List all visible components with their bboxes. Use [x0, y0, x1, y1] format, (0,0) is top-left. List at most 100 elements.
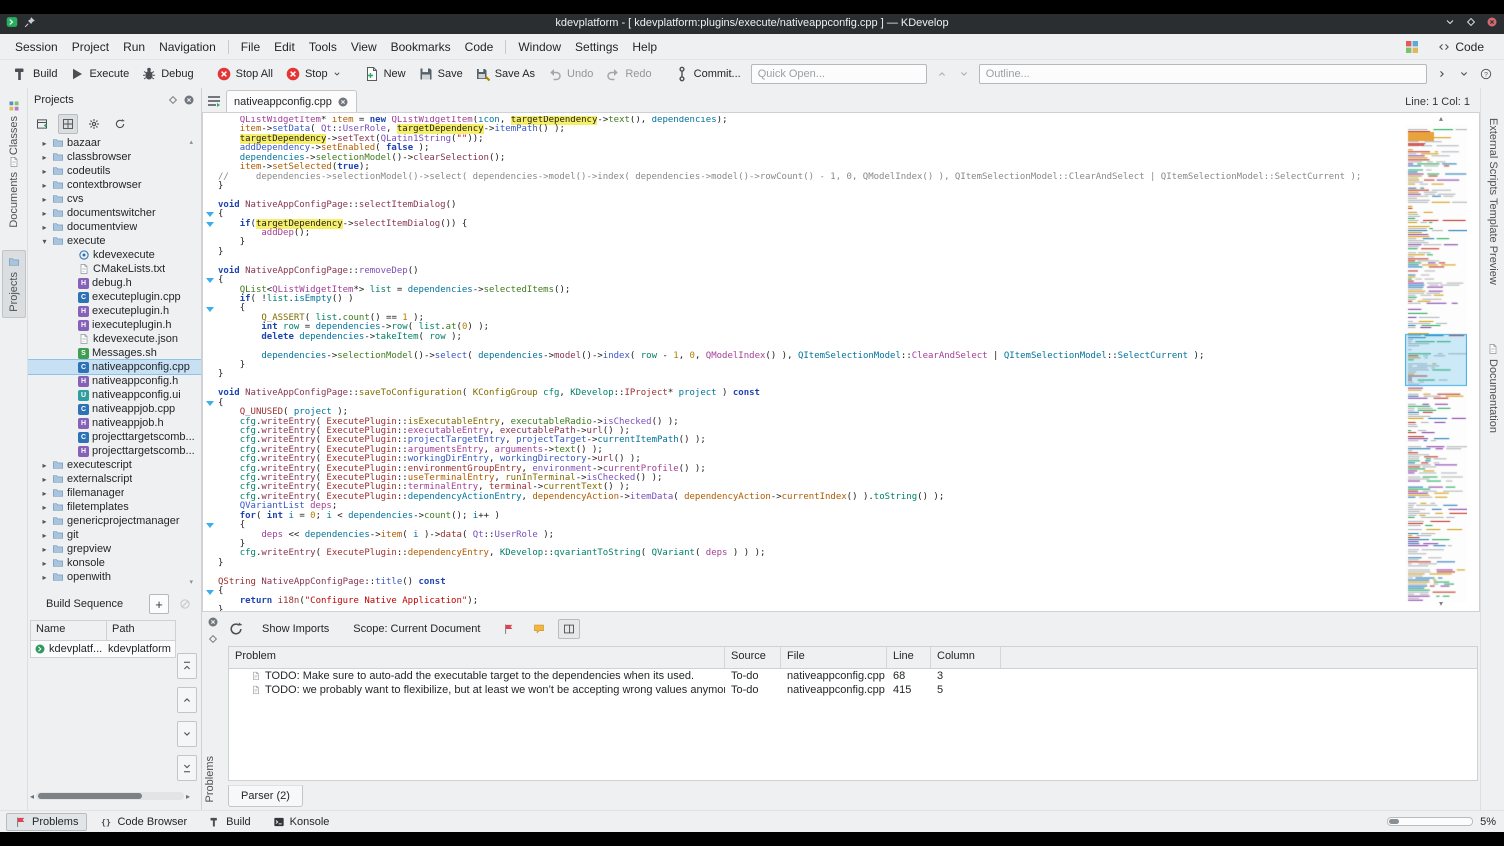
- fold-marker-icon[interactable]: [206, 400, 214, 406]
- chevdown-button[interactable]: [1454, 64, 1474, 84]
- column-header-source[interactable]: Source: [725, 647, 781, 668]
- expander-closed-icon[interactable]: ▸: [40, 195, 49, 204]
- tree-item-contextbrowser[interactable]: ▸ contextbrowser: [28, 178, 201, 192]
- statusbar-konsole[interactable]: Konsole: [264, 813, 339, 831]
- menu-run[interactable]: Run: [116, 37, 152, 57]
- add-to-build-sequence-button[interactable]: +: [149, 594, 169, 614]
- statusbar-problems[interactable]: Problems: [6, 812, 88, 831]
- quick-open-input[interactable]: Quick Open...: [750, 64, 927, 84]
- dock-close-icon[interactable]: [183, 94, 195, 106]
- tree-scroll-up-icon[interactable]: ▴: [189, 138, 193, 146]
- menu-view[interactable]: View: [344, 37, 384, 57]
- outline-input[interactable]: Outline...: [978, 64, 1427, 84]
- tree-item-kdevexecute-json[interactable]: kdevexecute.json: [28, 332, 201, 346]
- stop-button[interactable]: Stop: [280, 63, 347, 85]
- expander-closed-icon[interactable]: ▸: [40, 573, 49, 582]
- tab-nativeappconfig-cpp[interactable]: nativeappconfig.cpp: [226, 90, 357, 112]
- tree-item-executeplugin-cpp[interactable]: Cexecuteplugin.cpp: [28, 290, 201, 304]
- remove-from-build-sequence-button[interactable]: [175, 594, 195, 614]
- move-top-button[interactable]: [177, 653, 197, 679]
- menu-tools[interactable]: Tools: [302, 37, 344, 57]
- tree-item-openwith[interactable]: ▸ openwith: [28, 570, 201, 584]
- debug-button[interactable]: Debug: [136, 63, 198, 85]
- expander-closed-icon[interactable]: ▸: [40, 139, 49, 148]
- workspace-grid-icon[interactable]: [1404, 39, 1420, 55]
- document-list-icon[interactable]: [206, 93, 222, 109]
- close-window-icon[interactable]: [1486, 16, 1498, 28]
- tree-item-nativeappjob-cpp[interactable]: Cnativeappjob.cpp: [28, 402, 201, 416]
- problem-row[interactable]: TODO: we probably want to flexibilize, b…: [229, 683, 1477, 697]
- statusbar-build[interactable]: Build: [200, 813, 259, 831]
- scrollbar-thumb[interactable]: [38, 793, 142, 799]
- tree-item-debug-h[interactable]: Hdebug.h: [28, 276, 201, 290]
- tree-item-externalscript[interactable]: ▸ externalscript: [28, 472, 201, 486]
- scroll-right-icon[interactable]: ▸: [186, 792, 190, 801]
- menu-project[interactable]: Project: [65, 37, 116, 57]
- tree-item-messages-sh[interactable]: S Messages.sh: [28, 346, 201, 360]
- code-area[interactable]: QListWidgetItem* item = new QListWidgetI…: [218, 116, 1389, 611]
- expander-closed-icon[interactable]: ▸: [40, 559, 49, 568]
- save-button[interactable]: Save: [413, 63, 468, 85]
- build-button[interactable]: Build: [8, 63, 62, 85]
- minimize-icon[interactable]: [1444, 16, 1456, 28]
- tree-item-kdevexecute[interactable]: kdevexecute: [28, 248, 201, 262]
- help-button[interactable]: ?: [1476, 64, 1496, 84]
- tab-close-icon[interactable]: [337, 96, 349, 108]
- tab-parser[interactable]: Parser (2): [228, 785, 303, 807]
- tree-item-nativeappconfig-h[interactable]: Hnativeappconfig.h: [28, 374, 201, 388]
- tree-item-nativeappjob-h[interactable]: Hnativeappjob.h: [28, 416, 201, 430]
- stop-all-button[interactable]: Stop All: [211, 63, 278, 85]
- expander-closed-icon[interactable]: ▸: [40, 167, 49, 176]
- working-set-code-button[interactable]: Code: [1430, 38, 1492, 56]
- tree-item-projecttargetscomb[interactable]: Cprojecttargetscomb...: [28, 430, 201, 444]
- menu-file[interactable]: File: [234, 37, 267, 57]
- tree-item-cmakelists-txt[interactable]: CMakeLists.txt: [28, 262, 201, 276]
- tree-item-executeplugin-h[interactable]: Hexecuteplugin.h: [28, 304, 201, 318]
- menu-navigation[interactable]: Navigation: [152, 37, 223, 57]
- tree-item-documentswitcher[interactable]: ▸ documentswitcher: [28, 206, 201, 220]
- move-down-button[interactable]: [177, 721, 197, 747]
- tree-item-bazaar[interactable]: ▸ bazaar: [28, 136, 201, 150]
- save-as-button[interactable]: Save As: [470, 63, 540, 85]
- tree-item-projecttargetscomb[interactable]: Hprojecttargetscomb...: [28, 444, 201, 458]
- expander-closed-icon[interactable]: ▸: [40, 503, 49, 512]
- tree-item-nativeappconfig-ui[interactable]: Unativeappconfig.ui: [28, 388, 201, 402]
- tree-item-documentview[interactable]: ▸ documentview: [28, 220, 201, 234]
- scope-dropdown[interactable]: Scope: Current Document: [347, 620, 486, 638]
- tree-item-konsole[interactable]: ▸ konsole: [28, 556, 201, 570]
- new-button[interactable]: New: [359, 63, 411, 85]
- move-up-button[interactable]: [177, 687, 197, 713]
- tree-item-classbrowser[interactable]: ▸ classbrowser: [28, 150, 201, 164]
- build-sequence-row[interactable]: kdevplatf... kdevplatform: [31, 641, 175, 657]
- menu-window[interactable]: Window: [511, 37, 568, 57]
- sidebar-tab-documentation[interactable]: Documentation: [1483, 343, 1503, 433]
- menu-bookmarks[interactable]: Bookmarks: [384, 37, 458, 57]
- sidebar-tab-external-scripts[interactable]: External Scripts: [1483, 118, 1503, 195]
- expander-closed-icon[interactable]: ▸: [40, 153, 49, 162]
- fold-marker-icon[interactable]: [206, 278, 214, 284]
- column-header-path[interactable]: Path: [107, 621, 175, 640]
- problem-row[interactable]: TODO: Make sure to auto-add the executab…: [229, 669, 1477, 683]
- zoom-slider-thumb[interactable]: [1389, 819, 1400, 824]
- expander-closed-icon[interactable]: ▸: [40, 209, 49, 218]
- tree-item-cvs[interactable]: ▸ cvs: [28, 192, 201, 206]
- sidebar-tab-template-preview[interactable]: Template Preview: [1483, 198, 1503, 285]
- chevright-button[interactable]: [1432, 64, 1452, 84]
- move-bottom-button[interactable]: [177, 755, 197, 781]
- projects-tool-newview[interactable]: [32, 114, 52, 134]
- code-editor[interactable]: QListWidgetItem* item = new QListWidgetI…: [202, 112, 1480, 612]
- expander-open-icon[interactable]: ▾: [40, 237, 49, 246]
- expander-closed-icon[interactable]: ▸: [40, 475, 49, 484]
- scroll-left-icon[interactable]: ◂: [30, 792, 34, 801]
- menu-code[interactable]: Code: [458, 37, 501, 57]
- editor-scroll-up-icon[interactable]: ▴: [1439, 115, 1443, 123]
- sidebar-tab-documents[interactable]: Documents: [2, 150, 26, 234]
- pin-icon[interactable]: [24, 16, 36, 28]
- tree-item-executescript[interactable]: ▸ executescript: [28, 458, 201, 472]
- tree-item-execute[interactable]: ▾ execute: [28, 234, 201, 248]
- column-header-problem[interactable]: Problem: [229, 647, 725, 668]
- execute-button[interactable]: Execute: [64, 63, 134, 85]
- redo-button[interactable]: Redo: [600, 63, 656, 85]
- column-header-name[interactable]: Name: [31, 621, 107, 640]
- tree-item-git[interactable]: ▸ git: [28, 528, 201, 542]
